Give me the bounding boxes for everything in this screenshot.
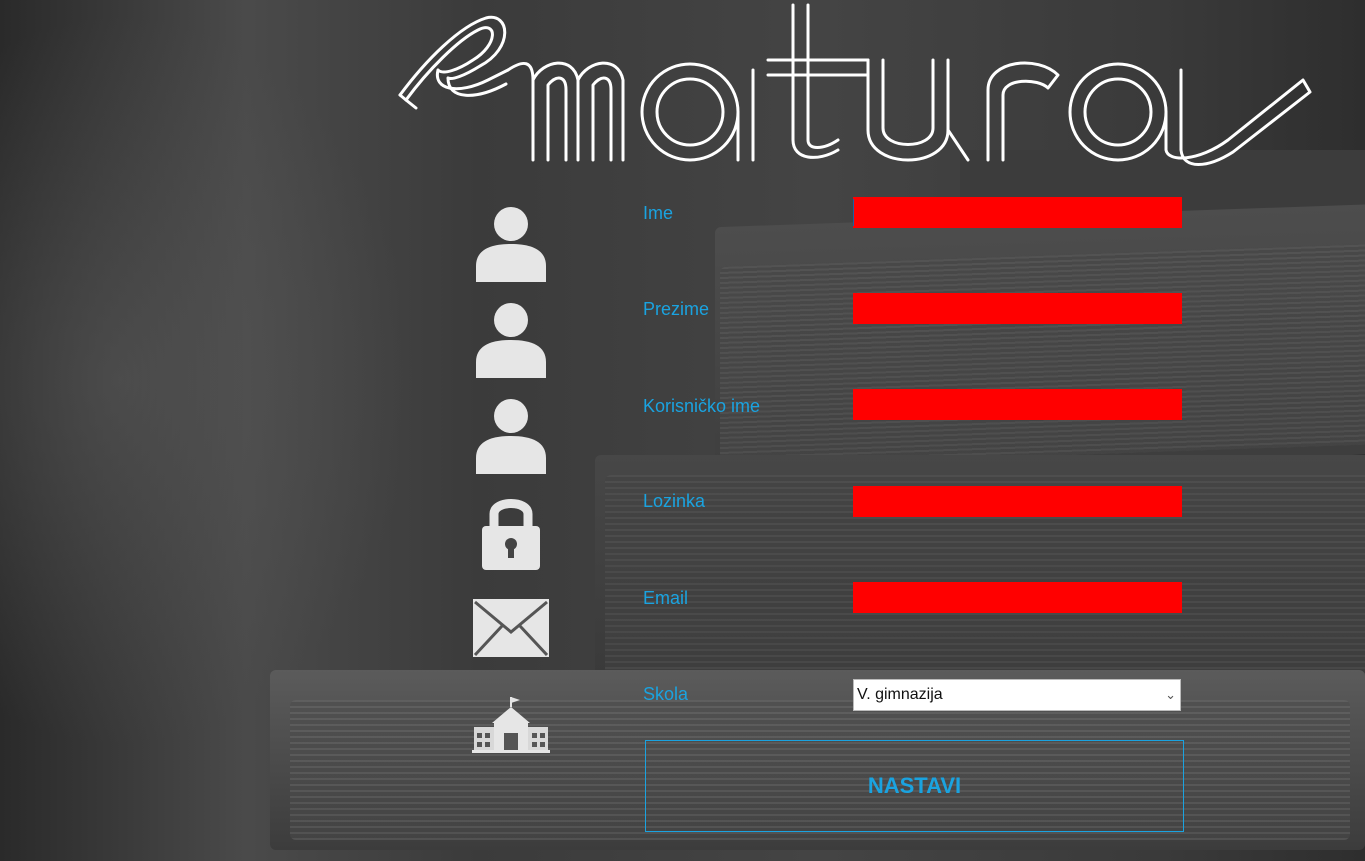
prezime-input[interactable] (853, 293, 1182, 324)
label-ime: Ime (643, 203, 674, 223)
ime-input[interactable] (853, 197, 1182, 228)
lock-icon (480, 492, 542, 572)
label-skola: Skola (643, 684, 689, 704)
chevron-down-icon: ⌄ (1165, 687, 1176, 702)
korisnicko-ime-input[interactable] (853, 389, 1182, 420)
label-prezime: Prezime (643, 299, 710, 319)
ematura-logo (398, 3, 1312, 166)
nastavi-button[interactable]: NASTAVI (645, 740, 1184, 832)
user-icon (474, 300, 548, 378)
label-korisnicko-ime: Korisničko ime (643, 396, 761, 416)
label-email: Email (643, 588, 689, 608)
user-icon (474, 204, 548, 282)
lozinka-input[interactable] (853, 486, 1182, 517)
skola-selected-value: V. gimnazija (857, 686, 943, 703)
label-lozinka: Lozinka (643, 491, 706, 511)
email-input[interactable] (853, 582, 1182, 613)
skola-select[interactable]: V. gimnazija ⌄ (853, 679, 1181, 711)
school-icon (472, 695, 550, 753)
user-icon (474, 396, 548, 474)
text-caret (853, 199, 854, 226)
envelope-icon (472, 598, 550, 658)
